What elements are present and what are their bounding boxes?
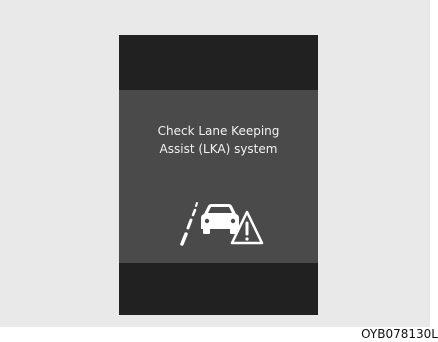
display-bottom-band xyxy=(119,263,318,315)
illustration-frame: Check Lane Keeping Assist (LKA) system xyxy=(0,0,430,327)
cluster-display: Check Lane Keeping Assist (LKA) system xyxy=(119,35,318,315)
figure-code: OYB078130L xyxy=(361,327,438,341)
display-top-band xyxy=(119,35,318,90)
warning-message-line-2: Assist (LKA) system xyxy=(159,142,278,156)
warning-message: Check Lane Keeping Assist (LKA) system xyxy=(119,122,318,158)
lane-line-icon xyxy=(180,202,198,246)
warning-panel: Check Lane Keeping Assist (LKA) system xyxy=(119,90,318,263)
car-icon xyxy=(201,204,239,234)
lka-warning-icon xyxy=(180,202,264,246)
warning-message-line-1: Check Lane Keeping xyxy=(157,124,280,138)
